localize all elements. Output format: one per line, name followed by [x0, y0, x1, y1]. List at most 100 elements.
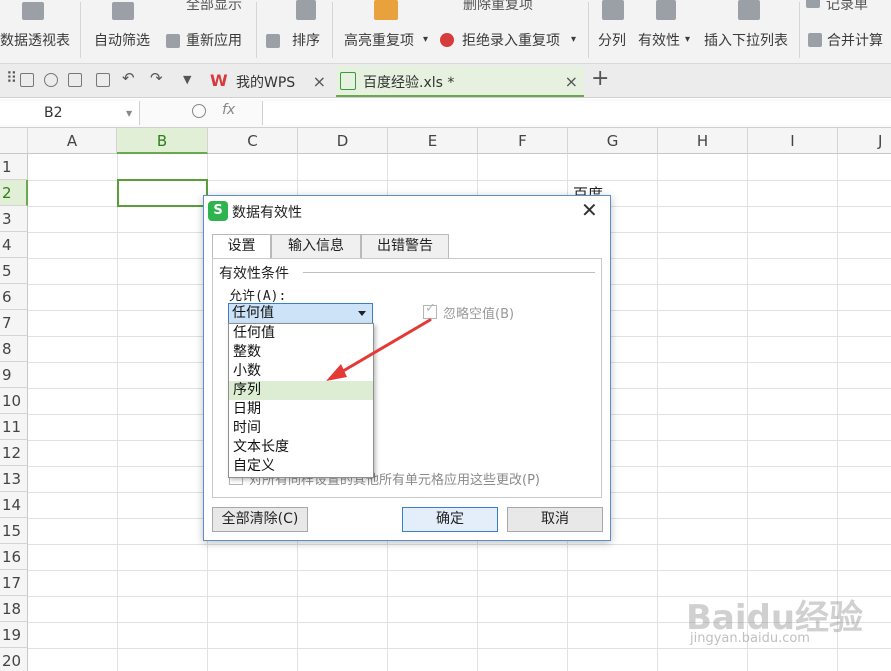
dropdown-option-sequence[interactable]: 序列: [229, 381, 373, 400]
print-preview-icon[interactable]: [44, 73, 58, 87]
ribbon-sort[interactable]: 排序: [292, 30, 320, 50]
row-header[interactable]: 3: [0, 206, 28, 232]
dropdown-option-time[interactable]: 时间: [229, 419, 373, 438]
baidu-watermark-url: jingyan.baidu.com: [690, 631, 810, 646]
dropdown-option-custom[interactable]: 自定义: [229, 457, 373, 476]
ribbon-auto-filter[interactable]: 自动筛选: [94, 30, 150, 50]
ribbon-divider: [332, 2, 333, 58]
fx-icon[interactable]: fx: [222, 102, 235, 118]
cancel-button[interactable]: 取消: [507, 507, 603, 532]
new-tab-plus-icon[interactable]: +: [591, 66, 609, 91]
row-header[interactable]: 10: [0, 388, 28, 414]
dropdown-list-icon: [738, 0, 760, 20]
row-header[interactable]: 8: [0, 336, 28, 362]
chevron-down-icon[interactable]: ▼: [183, 73, 191, 86]
chevron-down-icon[interactable]: ▾: [571, 34, 576, 45]
ribbon-reapply[interactable]: 重新应用: [186, 30, 242, 50]
row-header[interactable]: 13: [0, 466, 28, 492]
print-icon[interactable]: [68, 73, 82, 87]
row-header[interactable]: 16: [0, 544, 28, 570]
section-title: 有效性条件: [219, 263, 293, 283]
ribbon-record-form[interactable]: 记录单: [826, 0, 868, 14]
tab-label: 百度经验.xls *: [363, 75, 455, 91]
row-header[interactable]: 1: [0, 154, 28, 180]
wps-logo-icon: W: [210, 71, 228, 90]
tab-error-alert[interactable]: 出错警告: [361, 234, 449, 258]
clear-all-button[interactable]: 全部清除(C): [212, 507, 308, 532]
row-header[interactable]: 7: [0, 310, 28, 336]
gridline: [28, 544, 891, 545]
ribbon-consolidate[interactable]: 合并计算: [827, 30, 883, 50]
column-header[interactable]: J: [838, 128, 891, 154]
row-header[interactable]: 6: [0, 284, 28, 310]
ribbon-text-to-columns[interactable]: 分列: [598, 30, 626, 50]
tab-settings[interactable]: 设置: [212, 234, 271, 259]
row-header[interactable]: 5: [0, 258, 28, 284]
reject-icon: [440, 33, 454, 47]
gridline: [28, 648, 891, 649]
row-header[interactable]: 11: [0, 414, 28, 440]
dropdown-option-decimal[interactable]: 小数: [229, 362, 373, 381]
column-header[interactable]: A: [28, 128, 117, 154]
save-icon[interactable]: [20, 73, 34, 87]
quick-access-menu-icon[interactable]: ⠿: [6, 69, 17, 87]
column-header[interactable]: C: [208, 128, 298, 154]
ribbon-reject-duplicates[interactable]: 拒绝录入重复项: [462, 30, 560, 50]
chevron-down-icon[interactable]: [358, 311, 366, 316]
row-header[interactable]: 18: [0, 596, 28, 622]
highlight-duplicates-icon: [374, 0, 398, 20]
column-header[interactable]: B: [117, 128, 208, 154]
redo-icon[interactable]: ↷: [150, 69, 163, 87]
row-header[interactable]: 4: [0, 232, 28, 258]
ribbon-pivot-table[interactable]: 数据透视表: [0, 30, 70, 50]
column-header[interactable]: D: [298, 128, 388, 154]
dropdown-option-text-length[interactable]: 文本长度: [229, 438, 373, 457]
column-header[interactable]: I: [748, 128, 838, 154]
dropdown-option-any[interactable]: 任何值: [229, 324, 373, 343]
row-header[interactable]: 15: [0, 518, 28, 544]
chevron-down-icon[interactable]: ▾: [685, 34, 690, 45]
tab-baidu-xls[interactable]: 百度经验.xls * ×: [336, 66, 584, 97]
dropdown-option-date[interactable]: 日期: [229, 400, 373, 419]
dialog-title-bar[interactable]: S 数据有效性 ✕: [204, 196, 610, 226]
select-all-corner[interactable]: [0, 128, 28, 154]
ribbon-validation[interactable]: 有效性: [638, 30, 680, 50]
column-header[interactable]: H: [658, 128, 748, 154]
row-header[interactable]: 20: [0, 648, 28, 671]
ribbon-divider: [256, 2, 257, 58]
row-header[interactable]: 12: [0, 440, 28, 466]
chevron-down-icon[interactable]: ▼: [126, 109, 132, 118]
search-icon[interactable]: [192, 104, 206, 118]
reapply-icon: [166, 34, 180, 48]
ribbon-show-all[interactable]: 全部显示: [186, 0, 242, 14]
formula-bar: B2 ▼ fx: [0, 99, 891, 128]
row-header[interactable]: 17: [0, 570, 28, 596]
column-header[interactable]: E: [388, 128, 478, 154]
tab-my-wps[interactable]: W 我的WPS ×: [204, 66, 332, 97]
row-header[interactable]: 2: [0, 180, 28, 206]
column-header[interactable]: F: [478, 128, 568, 154]
document-tab-bar: ⠿ ↶ ↷ ▼ W 我的WPS × 百度经验.xls * × +: [0, 64, 891, 98]
ribbon-insert-dropdown[interactable]: 插入下拉列表: [704, 30, 788, 50]
chevron-down-icon[interactable]: ▾: [423, 34, 428, 45]
name-box[interactable]: B2: [0, 101, 140, 125]
row-header[interactable]: 19: [0, 622, 28, 648]
close-icon[interactable]: ×: [565, 72, 578, 91]
tab-label: 我的WPS: [236, 75, 296, 91]
ribbon-highlight-duplicates[interactable]: 高亮重复项: [344, 30, 414, 50]
close-icon[interactable]: ×: [313, 72, 326, 91]
close-icon[interactable]: ✕: [581, 198, 598, 222]
ignore-blank-label: 忽略空值(B): [443, 307, 515, 322]
tab-input-message[interactable]: 输入信息: [271, 234, 361, 258]
column-header[interactable]: G: [568, 128, 658, 154]
undo-icon[interactable]: ↶: [122, 69, 135, 87]
preview-icon[interactable]: [96, 73, 110, 87]
dropdown-option-integer[interactable]: 整数: [229, 343, 373, 362]
formula-input[interactable]: [262, 101, 891, 125]
active-cell-b2[interactable]: [117, 179, 208, 207]
row-header[interactable]: 14: [0, 492, 28, 518]
row-header[interactable]: 9: [0, 362, 28, 388]
ok-button[interactable]: 确定: [402, 507, 498, 532]
allow-select[interactable]: 任何值: [228, 303, 373, 324]
ribbon-delete-duplicates[interactable]: 删除重复项: [463, 0, 533, 14]
